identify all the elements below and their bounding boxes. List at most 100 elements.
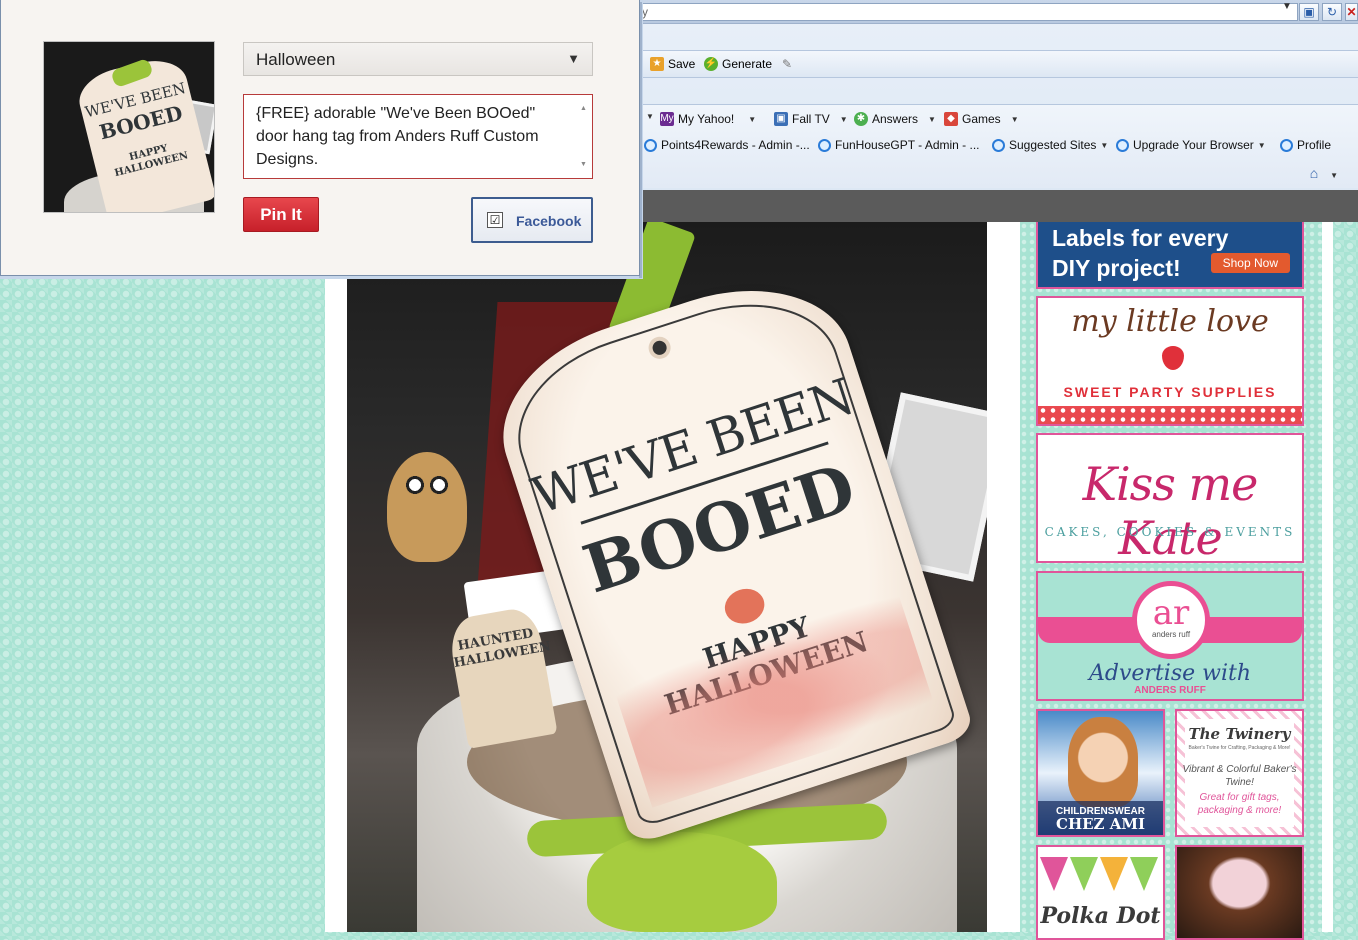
main-photo[interactable]: HAUNTED HALLOWEEN WE'VE BEEN BOOED HAPPY… [347,222,987,932]
favorite-label: Points4Rewards - Admin -... [661,138,810,152]
stop-icon[interactable]: ✕ [1345,3,1358,21]
address-field[interactable]: y [638,3,1298,21]
favorite-label: FunHouseGPT - Admin - ... [835,138,980,152]
ad-twinery-tagline: Baker's Twine for Crafting, Packaging & … [1188,745,1291,751]
facebook-label: Facebook [516,213,582,229]
ad-chez-photo [1068,717,1138,807]
scroll-up-icon[interactable]: ▲ [580,97,587,120]
ad-cupcake[interactable] [1175,845,1304,940]
yahoo-left-caret-icon[interactable]: ▼ [646,112,654,121]
toolbar-item-label: My Yahoo! [678,112,735,126]
ad-labels-line2: DIY project! [1052,254,1181,281]
toolbar-item-answers[interactable]: ✱ Answers ▼ [854,112,936,126]
favorite-label: Suggested Sites [1009,138,1097,152]
flag-icon [1070,857,1098,891]
chevron-down-icon: ▼ [1010,114,1019,124]
address-bar-row: y ▼ ▣ ↻ ✕ [638,0,1358,24]
ad-kate-sub: CAKES, COOKIES & EVENTS [1044,525,1296,539]
ad-polka-dot[interactable]: Polka Dot [1036,845,1165,940]
shop-now-button[interactable]: Shop Now [1210,253,1290,273]
ie-page-icon [818,138,831,152]
favorite-funhousegpt[interactable]: FunHouseGPT - Admin - ... [818,138,980,152]
toolbar-item-label: Fall TV [792,112,830,126]
ad-anders-adv: Advertise with [1089,661,1251,686]
toolbar-item-my-yahoo[interactable]: My My Yahoo! ▼ [660,112,756,126]
favorite-upgrade-browser[interactable]: Upgrade Your Browser ▼ [1116,138,1266,152]
home-icon: ⌂ [1309,165,1319,181]
ad-twinery-promo: Great for gift tags, packaging & more! [1197,792,1282,816]
ie-page-icon [644,138,657,152]
flag-icon [1130,857,1158,891]
generate-icon: ⚡ [704,57,718,71]
favorite-label: Profile [1297,138,1332,152]
brush-icon[interactable]: ✎ [782,57,792,71]
pin-it-button[interactable]: Pin It [243,197,319,232]
favorite-suggested-sites[interactable]: Suggested Sites ▼ [992,138,1108,152]
description-scrollbar[interactable]: ▲ ▼ [578,97,590,176]
toolbar-item-fall-tv[interactable]: ▣ Fall TV ▼ [774,112,848,126]
toolbar-item-label: Answers [872,112,919,126]
ad-my-little-love[interactable]: my little love SWEET PARTY SUPPLIES [1036,296,1304,426]
save-button[interactable]: ★ Save [650,57,695,71]
favorite-points4rewards[interactable]: Points4Rewards - Admin -... [644,138,810,152]
flag-icon [1040,857,1068,891]
ie-page-icon [1280,138,1293,152]
favorite-label: Upgrade Your Browser [1133,138,1254,152]
ad-polka-title: Polka Dot [1040,903,1161,929]
chevron-down-icon: ▼ [928,114,936,124]
board-select[interactable]: Halloween ▼ [243,42,593,76]
generate-button[interactable]: ⚡ Generate [704,57,772,71]
ad-labels-line1: Labels for every [1052,225,1229,251]
board-select-value: Halloween [256,50,336,69]
command-bar: ★ Save ⚡ Generate ✎ [638,50,1358,78]
chevron-down-icon: ▼ [1330,171,1338,180]
compat-view-icon[interactable]: ▣ [1299,3,1319,21]
ad-anders-by: ANDERS RUFF [1134,685,1206,696]
browser-chrome: y ▼ ▣ ↻ ✕ ★ Save ⚡ Generate ✎ ▼ My My Ya… [638,0,1358,222]
ad-advertise[interactable]: ar anders ruff Advertise with ANDERS RUF… [1036,571,1304,701]
ad-chez-ami[interactable]: CHILDRENSWEAR CHEZ AMI [1036,709,1165,837]
toolbar-item-games[interactable]: ◆ Games ▼ [944,112,1019,126]
favorite-profile[interactable]: Profile [1280,138,1331,152]
ad-kiss-me-kate[interactable]: Kiss me Kate CAKES, COOKIES & EVENTS [1036,433,1304,563]
ad-labels-text: Labels for every DIY project! [1052,224,1228,284]
page-header-shadow [638,190,1358,222]
yahoo-icon: My [660,112,674,126]
tv-icon: ▣ [774,112,788,126]
ad-kate-script: Kiss me Kate [1082,457,1259,563]
ad-twinery[interactable]: The Twinery Baker's Twine for Crafting, … [1175,709,1304,837]
ad-love-script: my little love [1071,304,1269,339]
strawberry-icon [1162,346,1184,370]
flag-icon [1100,857,1128,891]
logo-sub: anders ruff [1151,630,1191,639]
ie-icon [992,138,1005,152]
yahoo-toolbar: ▼ My My Yahoo! ▼ ▣ Fall TV ▼ ✱ Answers ▼… [638,109,1358,133]
home-button[interactable]: ⌂ ▼ [1310,165,1338,181]
pin-it-dialog: WE'VE BEEN BOOED HAPPY HALLOWEEN Hallowe… [0,0,640,279]
answers-icon: ✱ [854,112,868,126]
chevron-down-icon: ▼ [567,51,580,66]
facebook-share-toggle[interactable]: ☑ Facebook [471,197,593,243]
photo-owl [387,452,467,562]
facebook-checkbox[interactable]: ☑ [487,212,503,228]
ad-twinery-title: The Twinery [1188,725,1291,743]
scroll-down-icon[interactable]: ▼ [580,153,587,176]
refresh-icon[interactable]: ↻ [1322,3,1342,21]
ad-love-dots [1038,406,1302,424]
address-dropdown-icon[interactable]: ▼ [1282,1,1292,12]
pin-description-input[interactable]: {FREE} adorable "We've Been BOOed" door … [243,94,593,179]
pin-description-text: {FREE} adorable "We've Been BOOed" door … [256,105,539,168]
ad-labels[interactable]: Labels for every DIY project! Shop Now [1036,222,1304,289]
pin-thumbnail: WE'VE BEEN BOOED HAPPY HALLOWEEN [43,41,215,213]
ie-page-icon [1116,138,1129,152]
chevron-down-icon: ▼ [748,114,757,124]
photo-bow [587,832,777,932]
ad-twinery-body: Vibrant & Colorful Baker's Twine! [1182,764,1297,788]
toolbars: ▼ My My Yahoo! ▼ ▣ Fall TV ▼ ✱ Answers ▼… [638,104,1358,188]
anders-ruff-logo: ar anders ruff [1132,581,1210,659]
games-icon: ◆ [944,112,958,126]
chevron-down-icon: ▼ [1257,140,1266,150]
save-label: Save [668,57,696,71]
save-icon: ★ [650,57,664,71]
generate-label: Generate [722,57,773,71]
